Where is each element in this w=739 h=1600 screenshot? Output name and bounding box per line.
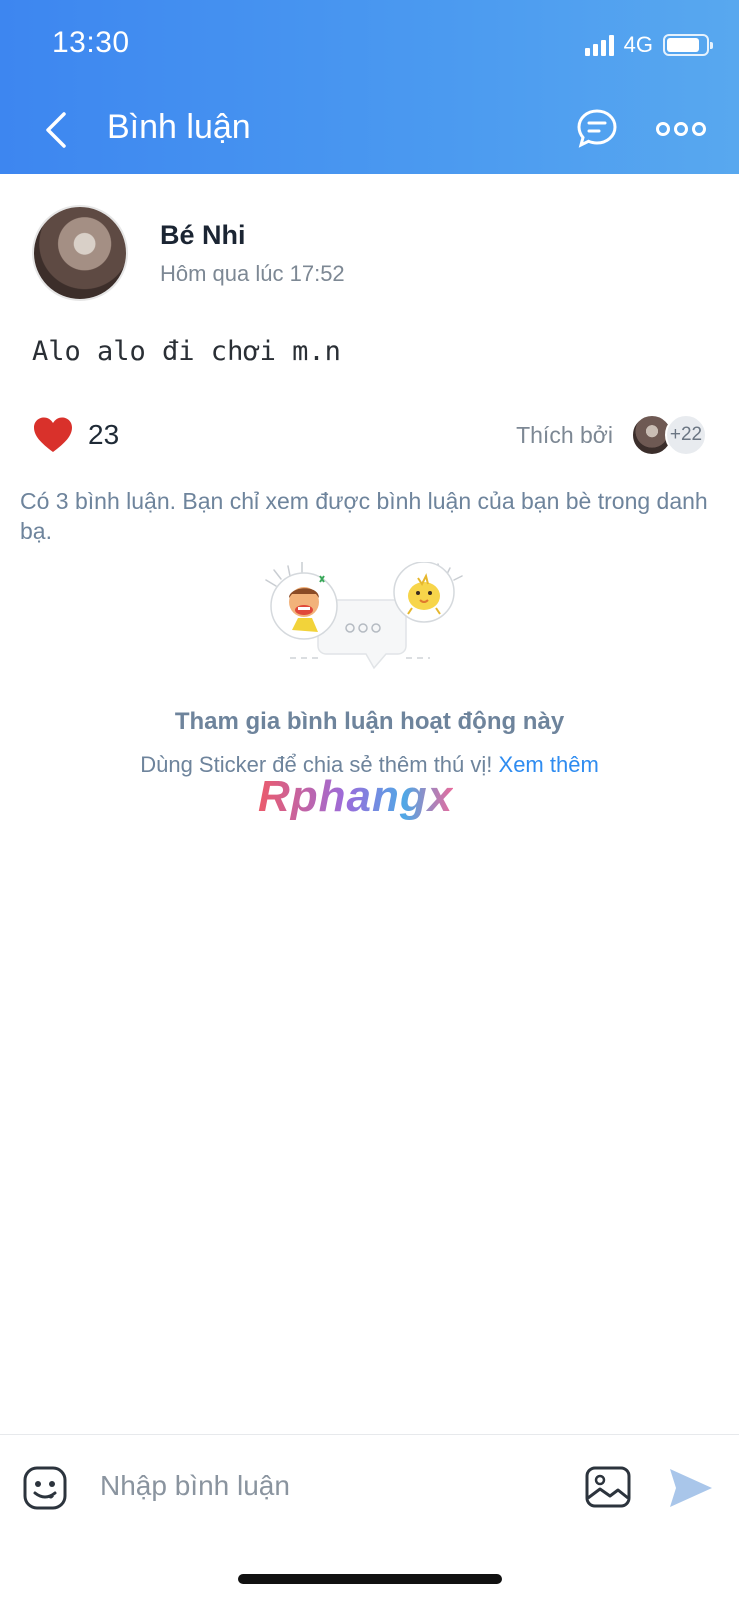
chat-button[interactable]: [574, 106, 620, 152]
battery-icon: [663, 34, 713, 56]
watermark-logo: Rphangx: [258, 772, 454, 821]
send-button[interactable]: [668, 1467, 714, 1509]
signal-icon: [584, 34, 614, 56]
image-button[interactable]: [584, 1465, 632, 1509]
status-time: 13:30: [52, 26, 130, 59]
sticker-illustration: [265, 562, 463, 670]
chat-bubble-icon: [577, 109, 617, 148]
see-more-link[interactable]: Xem thêm: [499, 752, 599, 777]
more-likers-badge: +22: [665, 414, 707, 456]
author-info: Bé Nhi Hôm qua lúc 17:52: [160, 220, 345, 287]
more-dots-icon: [656, 122, 706, 136]
liked-by[interactable]: Thích bởi +22: [516, 414, 707, 456]
page-title: Bình luận: [107, 108, 251, 146]
comment-input[interactable]: [100, 1461, 540, 1511]
author-name[interactable]: Bé Nhi: [160, 220, 345, 251]
likes-row: 23 Thích bởi +22: [32, 410, 707, 460]
status-indicators: 4G: [584, 32, 713, 58]
liked-by-label: Thích bởi: [516, 421, 613, 448]
comments-notice: Có 3 bình luận. Bạn chỉ xem được bình lu…: [20, 488, 708, 544]
emoji-icon: [23, 1466, 67, 1510]
post-text: Alo alo đi chơi m.n: [32, 336, 341, 367]
post-author[interactable]: Bé Nhi Hôm qua lúc 17:52: [32, 205, 345, 301]
comment-cta-title: Tham gia bình luận hoạt động này: [174, 708, 565, 735]
more-options-button[interactable]: [656, 114, 706, 144]
comment-composer: [0, 1434, 739, 1548]
home-indicator: [238, 1574, 502, 1584]
send-icon: [670, 1469, 712, 1507]
avatar[interactable]: [32, 205, 128, 301]
network-label: 4G: [623, 32, 653, 57]
chevron-left-icon: [46, 112, 66, 148]
post-timestamp: Hôm qua lúc 17:52: [160, 260, 345, 286]
back-button[interactable]: [38, 108, 78, 152]
like-count: 23: [88, 419, 120, 450]
emoji-button[interactable]: [22, 1465, 68, 1511]
heart-icon[interactable]: [32, 415, 74, 455]
image-icon: [585, 1466, 631, 1508]
app-header: 13:30 4G Bình luận: [0, 0, 739, 174]
